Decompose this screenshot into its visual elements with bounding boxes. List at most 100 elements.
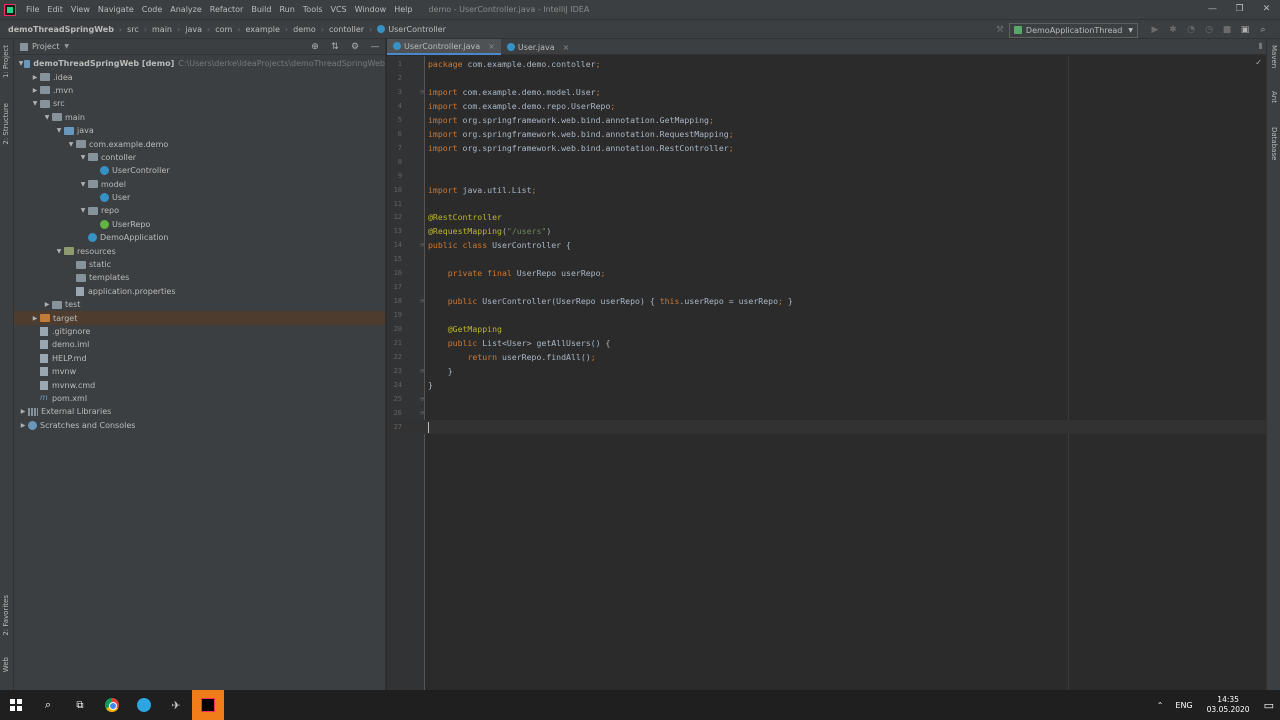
code-line[interactable]: 20 @GetMapping xyxy=(387,322,1266,336)
code-line[interactable]: 24} xyxy=(387,378,1266,392)
breadcrumb-item[interactable]: demo xyxy=(293,25,316,34)
tree-item[interactable]: mvnw xyxy=(14,365,385,378)
breadcrumb-item[interactable]: main xyxy=(152,25,172,34)
tree-item[interactable]: ▼ contoller xyxy=(14,151,385,164)
task-view-button[interactable]: ⧉ xyxy=(64,690,96,720)
collapse-all-icon[interactable]: ⇅ xyxy=(329,41,341,53)
code-line[interactable]: 11 xyxy=(387,197,1266,211)
code-line[interactable]: 10 import java.util.List; xyxy=(387,183,1266,197)
hammer-icon[interactable]: ⚒ xyxy=(995,25,1005,35)
taskbar-telegram[interactable] xyxy=(128,690,160,720)
tree-item[interactable]: ▼ repo xyxy=(14,204,385,217)
code-line[interactable]: 14 ⊖ public class UserController { xyxy=(387,238,1266,252)
tree-item[interactable]: mvnw.cmd xyxy=(14,378,385,391)
code-line[interactable]: 9 xyxy=(387,169,1266,183)
tree-item[interactable]: HELP.md xyxy=(14,352,385,365)
run-icon[interactable]: ▶ xyxy=(1150,25,1160,35)
tool-tab-project[interactable]: 1: Project xyxy=(2,45,10,78)
close-window-button[interactable]: ✕ xyxy=(1253,0,1280,19)
code-line[interactable]: 23 ⊖ } xyxy=(387,364,1266,378)
expanded-arrow-icon[interactable]: ▼ xyxy=(78,181,88,188)
menu-file[interactable]: File xyxy=(22,0,43,19)
breadcrumb-item[interactable]: contoller xyxy=(329,25,364,34)
close-icon[interactable]: × xyxy=(488,42,495,51)
tool-tab-ant[interactable]: Ant xyxy=(1270,91,1278,103)
expanded-arrow-icon[interactable]: ▼ xyxy=(30,100,40,107)
gear-icon[interactable]: ⚙ xyxy=(349,41,361,53)
menu-edit[interactable]: Edit xyxy=(43,0,67,19)
tree-item[interactable]: ▼ resources xyxy=(14,244,385,257)
breadcrumb-item[interactable]: demoThreadSpringWeb xyxy=(8,25,114,34)
tree-item[interactable]: demo.iml xyxy=(14,338,385,351)
code-line[interactable]: 15 xyxy=(387,252,1266,266)
project-panel-title[interactable]: Project xyxy=(32,42,59,51)
tree-item[interactable]: ▶ External Libraries xyxy=(14,405,385,418)
menu-refactor[interactable]: Refactor xyxy=(206,0,248,19)
tree-item[interactable]: DemoApplication xyxy=(14,231,385,244)
tree-item[interactable]: m pom.xml xyxy=(14,392,385,405)
expanded-arrow-icon[interactable]: ▼ xyxy=(78,207,88,214)
code-line[interactable]: 6 import org.springframework.web.bind.ann… xyxy=(387,127,1266,141)
menu-code[interactable]: Code xyxy=(138,0,166,19)
code-line[interactable]: 22 return userRepo.findAll(); xyxy=(387,350,1266,364)
tree-item[interactable]: ▼ demoThreadSpringWeb [demo] C:\Users\derk… xyxy=(14,57,385,70)
language-indicator[interactable]: ENG xyxy=(1175,701,1192,710)
code-line[interactable]: 3 ⊖ import com.example.demo.model.User; xyxy=(387,85,1266,99)
hide-icon[interactable]: — xyxy=(369,41,381,53)
taskbar-intellij[interactable] xyxy=(192,690,224,720)
taskbar-chrome[interactable] xyxy=(96,690,128,720)
collapsed-arrow-icon[interactable]: ▶ xyxy=(42,301,52,308)
code-line[interactable]: 7 import org.springframework.web.bind.ann… xyxy=(387,141,1266,155)
taskbar-app[interactable]: ✈ xyxy=(160,690,192,720)
expanded-arrow-icon[interactable]: ▼ xyxy=(66,141,76,148)
breadcrumb-item[interactable]: example xyxy=(245,25,279,34)
locate-icon[interactable]: ⊕ xyxy=(309,41,321,53)
collapsed-arrow-icon[interactable]: ▶ xyxy=(18,422,28,429)
menu-build[interactable]: Build xyxy=(247,0,275,19)
chevron-down-icon[interactable]: ▼ xyxy=(64,43,69,50)
tree-item[interactable]: ▶ .idea xyxy=(14,70,385,83)
breadcrumb-item[interactable]: com xyxy=(215,25,232,34)
menu-run[interactable]: Run xyxy=(275,0,298,19)
menu-help[interactable]: Help xyxy=(390,0,416,19)
code-line[interactable]: 12 @RestController xyxy=(387,210,1266,224)
tree-item[interactable]: ▶ .mvn xyxy=(14,84,385,97)
code-line[interactable]: 4 import com.example.demo.repo.UserRepo; xyxy=(387,99,1266,113)
debug-icon[interactable]: ✱ xyxy=(1168,25,1178,35)
fold-icon[interactable]: ⊖ xyxy=(420,406,424,420)
tree-item[interactable]: UserController xyxy=(14,164,385,177)
tool-tab-favorites[interactable]: 2: Favorites xyxy=(2,595,10,636)
expanded-arrow-icon[interactable]: ▼ xyxy=(54,248,64,255)
code-line[interactable]: 17 xyxy=(387,280,1266,294)
editor-tab[interactable]: User.java × xyxy=(501,39,576,55)
fold-icon[interactable]: ⊖ xyxy=(420,238,424,252)
fold-icon[interactable]: ⊖ xyxy=(420,85,424,99)
tool-tab-web[interactable]: Web xyxy=(2,657,10,672)
tree-item[interactable]: ▶ test xyxy=(14,298,385,311)
menu-tools[interactable]: Tools xyxy=(299,0,327,19)
fold-icon[interactable]: ⊖ xyxy=(420,392,424,406)
menu-vcs[interactable]: VCS xyxy=(327,0,351,19)
menu-navigate[interactable]: Navigate xyxy=(94,0,138,19)
code-line[interactable]: 13 @RequestMapping("/users") xyxy=(387,224,1266,238)
menu-window[interactable]: Window xyxy=(351,0,391,19)
fold-icon[interactable]: ⊖ xyxy=(420,294,424,308)
search-everywhere-icon[interactable]: ⌕ xyxy=(1258,25,1268,35)
search-button[interactable]: ⌕ xyxy=(32,690,64,720)
run-configuration-select[interactable]: DemoApplicationThread ▼ xyxy=(1008,22,1138,38)
expanded-arrow-icon[interactable]: ▼ xyxy=(54,127,64,134)
menu-view[interactable]: View xyxy=(67,0,94,19)
breadcrumb-item[interactable]: java xyxy=(185,25,202,34)
code-line[interactable]: 2 xyxy=(387,71,1266,85)
project-structure-icon[interactable]: ▣ xyxy=(1240,25,1250,35)
profile-icon[interactable]: ◷ xyxy=(1204,25,1214,35)
coverage-icon[interactable]: ◔ xyxy=(1186,25,1196,35)
tree-item[interactable]: ▼ main xyxy=(14,111,385,124)
close-icon[interactable]: × xyxy=(563,43,570,52)
tree-item[interactable]: .gitignore xyxy=(14,325,385,338)
collapsed-arrow-icon[interactable]: ▶ xyxy=(30,87,40,94)
tree-item[interactable]: application.properties xyxy=(14,285,385,298)
breadcrumb-item[interactable]: src xyxy=(127,25,139,34)
code-editor[interactable]: ✓ 1 package com.example.demo.contoller; 2 3… xyxy=(387,56,1266,690)
code-line[interactable]: 26 ⊖ xyxy=(387,406,1266,420)
